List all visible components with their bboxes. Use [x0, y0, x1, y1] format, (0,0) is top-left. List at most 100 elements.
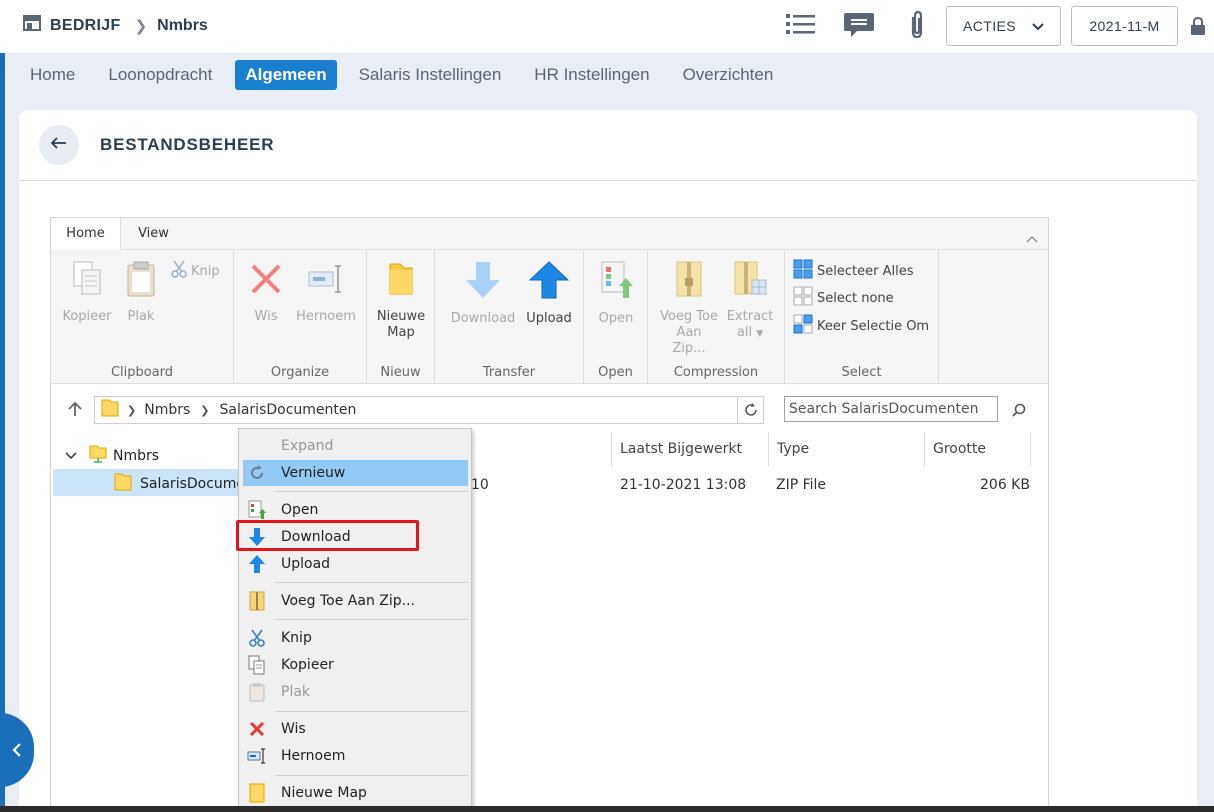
actions-dropdown[interactable]: ACTIES [946, 6, 1061, 46]
tree-item-child[interactable]: SalarisDocume [114, 472, 245, 496]
row-size: 206 KB [980, 477, 1030, 493]
menu-item-expand[interactable]: Expand [243, 433, 468, 459]
tree-child-label: SalarisDocume [140, 476, 246, 492]
search-icon[interactable] [1005, 398, 1033, 422]
copy-label: Kopieer [62, 309, 112, 324]
path-segment-current[interactable]: SalarisDocumenten [219, 402, 356, 418]
chevron-left-icon [12, 743, 22, 762]
rename-icon [294, 260, 358, 303]
group-new: Nieuwe Map Nieuw [367, 250, 435, 384]
rename-button[interactable]: Hernoem [294, 260, 358, 325]
menu-item-copy[interactable]: Kopieer [243, 652, 468, 678]
row-name-fragment[interactable]: 10 [471, 477, 489, 493]
address-bar[interactable]: ❯ Nmbrs ❯ SalarisDocumenten [94, 396, 764, 424]
refresh-icon[interactable] [737, 397, 763, 423]
arrow-left-icon [50, 136, 67, 154]
menu-item-delete[interactable]: Wis [243, 716, 468, 742]
tab-overzichten[interactable]: Overzichten [667, 60, 790, 90]
chevron-down-icon [1032, 18, 1044, 34]
open-group-label: Open [598, 365, 633, 380]
download-ribbon-button[interactable]: Download [445, 260, 521, 327]
open-ribbon-button[interactable]: Open [592, 260, 640, 327]
menu-label-rename: Hernoem [281, 748, 346, 764]
menu-item-rename[interactable]: Hernoem [243, 743, 468, 769]
tab-home[interactable]: Home [14, 60, 91, 90]
menu-item-paste[interactable]: Plak [243, 679, 468, 705]
zip-icon [654, 260, 724, 303]
file-manager: Home View Kopieer Plak Knip Clipboard Wi… [50, 217, 1049, 812]
invert-selection-icon [793, 314, 813, 338]
tab-algemeen[interactable]: Algemeen [235, 60, 337, 90]
new-group-label: Nieuw [380, 365, 421, 380]
zip-label-2: Aan [676, 325, 702, 340]
arrow-up-icon[interactable] [67, 401, 83, 421]
tab-loonopdracht[interactable]: Loonopdracht [92, 60, 228, 90]
menu-separator [275, 711, 468, 712]
new-folder-button[interactable]: Nieuwe Map [373, 260, 429, 341]
select-none-button[interactable]: Select none [793, 286, 894, 310]
cut-button[interactable]: Knip [171, 260, 220, 282]
period-selector[interactable]: 2021-11-M [1071, 6, 1178, 46]
menu-item-cut[interactable]: Knip [243, 625, 468, 651]
chevron-right-icon: ❯ [134, 17, 148, 35]
search-input[interactable]: Search SalarisDocumenten [784, 396, 998, 422]
paperclip-icon[interactable] [907, 10, 927, 45]
lock-icon[interactable] [1190, 16, 1206, 41]
menu-separator [275, 775, 468, 776]
tab-hr-instellingen[interactable]: HR Instellingen [518, 60, 665, 90]
collapse-ribbon-icon[interactable] [1026, 228, 1038, 247]
period-label: 2021-11-M [1089, 18, 1160, 34]
add-to-zip-button[interactable]: Voeg Toe Aan Zip... [654, 260, 724, 357]
context-menu: Expand Vernieuw Open Download Upload Voe… [238, 428, 472, 812]
blank-icon [247, 436, 267, 456]
upload-ribbon-button[interactable]: Upload [521, 260, 577, 327]
group-compression: Voeg Toe Aan Zip... Extract all ▼ Compre… [648, 250, 785, 384]
menu-item-new-folder[interactable]: Nieuwe Map [243, 780, 468, 806]
paste-label: Plak [127, 309, 155, 324]
path-segment-root[interactable]: Nmbrs [144, 402, 190, 418]
main-nav: Home Loonopdracht Algemeen Salaris Inste… [14, 60, 790, 90]
new-folder-label-1: Nieuwe [376, 309, 426, 324]
invert-selection-button[interactable]: Keer Selectie Om [793, 314, 929, 338]
menu-label-refresh: Vernieuw [281, 465, 346, 481]
column-header-size[interactable]: Grootte [924, 432, 1031, 466]
select-group-label: Select [841, 365, 882, 380]
open-file-icon [592, 260, 640, 305]
download-highlight-annotation [236, 520, 419, 551]
menu-separator [275, 619, 468, 620]
column-header-type[interactable]: Type [768, 432, 924, 466]
company-link[interactable]: BEDRIJF [50, 17, 121, 35]
back-button[interactable] [39, 125, 79, 165]
column-header-modified[interactable]: Laatst Bijgewerkt [611, 432, 768, 466]
ribbon-tab-view[interactable]: View [121, 218, 186, 251]
zip-label-3: Zip... [672, 341, 706, 356]
zip-icon [247, 591, 267, 611]
upload-ribbon-label: Upload [526, 311, 572, 326]
group-open: Open Open [584, 250, 648, 384]
tree-item-root[interactable]: Nmbrs [65, 444, 159, 468]
store-icon [22, 14, 42, 37]
delete-button[interactable]: Wis [246, 260, 286, 325]
menu-item-add-to-zip[interactable]: Voeg Toe Aan Zip... [243, 588, 468, 614]
folder-icon [247, 783, 267, 803]
download-ribbon-label: Download [450, 311, 516, 326]
ribbon-tabs: Home View [51, 218, 1048, 251]
chevron-right-icon: ❯ [127, 403, 137, 417]
clipboard-group-label: Clipboard [110, 365, 174, 380]
menu-item-upload[interactable]: Upload [243, 551, 468, 577]
ribbon-tab-home[interactable]: Home [51, 218, 121, 251]
list-icon[interactable] [786, 12, 816, 41]
menu-item-refresh[interactable]: Vernieuw [243, 460, 468, 486]
folder-icon [101, 398, 119, 422]
group-select: Selecteer Alles Select none Keer Selecti… [785, 250, 939, 384]
paste-button[interactable]: Plak [119, 260, 163, 325]
app-name: Nmbrs [157, 16, 208, 34]
tab-salaris-instellingen[interactable]: Salaris Instellingen [343, 60, 518, 90]
select-all-button[interactable]: Selecteer Alles [793, 259, 913, 283]
chat-icon[interactable] [843, 11, 875, 44]
folder-icon [114, 472, 132, 496]
extract-all-button[interactable]: Extract all ▼ [724, 260, 776, 342]
copy-button[interactable]: Kopieer [59, 260, 115, 325]
new-folder-label-2: Map [387, 325, 415, 340]
organize-group-label: Organize [270, 365, 330, 380]
